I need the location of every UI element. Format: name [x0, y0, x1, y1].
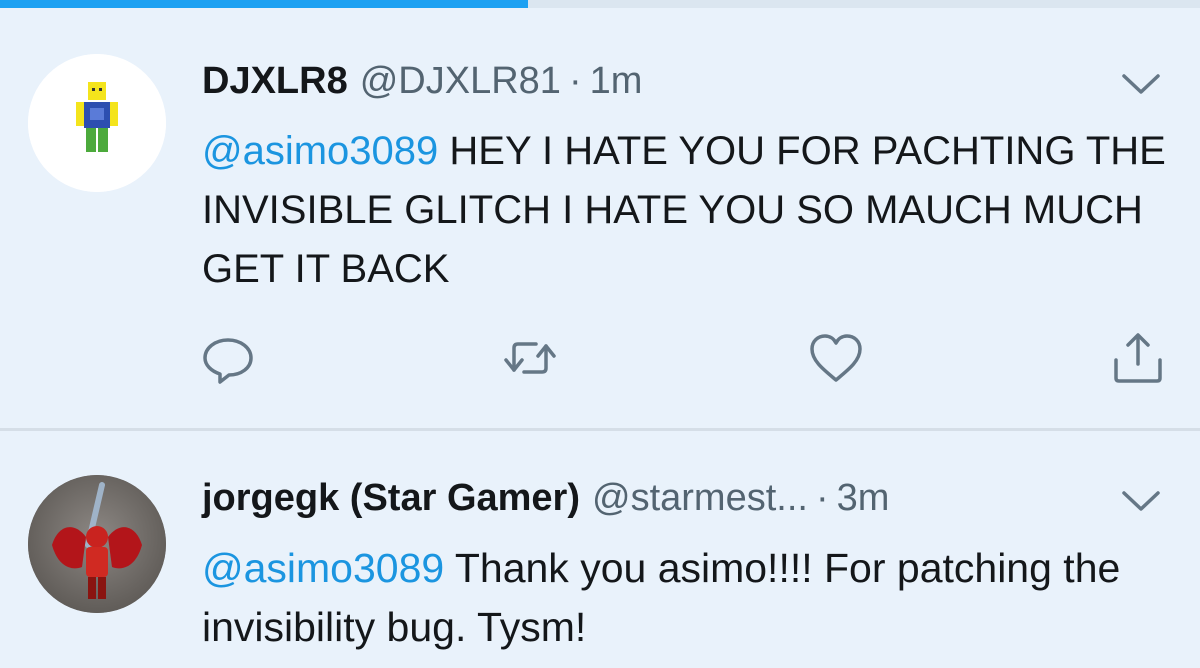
user-handle[interactable]: @starmest...: [592, 477, 808, 519]
timestamp[interactable]: 3m: [837, 477, 890, 519]
display-name[interactable]: jorgegk (Star Gamer): [202, 477, 580, 519]
timeline: DJXLR8 @DJXLR81 · 1m @asimo3089 HEY I HATE …: [0, 0, 1200, 668]
heart-icon: [810, 334, 862, 382]
tweet-menu-button[interactable]: [1116, 64, 1166, 104]
separator: ·: [815, 477, 829, 519]
tweet-menu-button[interactable]: [1116, 481, 1166, 521]
display-name[interactable]: DJXLR8: [202, 60, 348, 102]
avatar[interactable]: [28, 475, 166, 613]
loading-progress-bar: [0, 0, 1200, 8]
share-button[interactable]: [1108, 328, 1168, 388]
reply-icon: [203, 338, 253, 384]
avatar[interactable]: [28, 54, 166, 192]
tweet-text: @asimo3089 HEY I HATE YOU FOR PACHTING T…: [202, 122, 1182, 299]
retweet-button[interactable]: [500, 328, 560, 388]
tweet-header: DJXLR8 @DJXLR81 · 1m: [202, 58, 642, 104]
roblox-character-avatar-icon: [28, 54, 166, 192]
tweet-actions: [0, 320, 1200, 390]
user-handle[interactable]: @DJXLR81: [360, 60, 561, 102]
tweet[interactable]: jorgegk (Star Gamer) @starmest... · 3m @asi…: [0, 431, 1200, 668]
mention-link[interactable]: @asimo3089: [202, 545, 444, 591]
tweet-text: @asimo3089 Thank you asimo!!!! For patch…: [202, 539, 1182, 657]
mention-link[interactable]: @asimo3089: [202, 129, 438, 173]
timestamp[interactable]: 1m: [590, 60, 643, 102]
tweet[interactable]: DJXLR8 @DJXLR81 · 1m @asimo3089 HEY I HATE …: [0, 8, 1200, 428]
progress-fill: [0, 0, 528, 8]
reply-button[interactable]: [198, 328, 258, 388]
like-button[interactable]: [806, 328, 866, 388]
retweet-icon: [504, 342, 556, 374]
winged-knight-avatar-icon: [28, 475, 166, 613]
chevron-down-icon: [1122, 74, 1160, 94]
chevron-down-icon: [1122, 491, 1160, 511]
tweet-header: jorgegk (Star Gamer) @starmest... · 3m: [202, 475, 889, 521]
share-icon: [1114, 333, 1162, 383]
separator: ·: [568, 60, 582, 102]
